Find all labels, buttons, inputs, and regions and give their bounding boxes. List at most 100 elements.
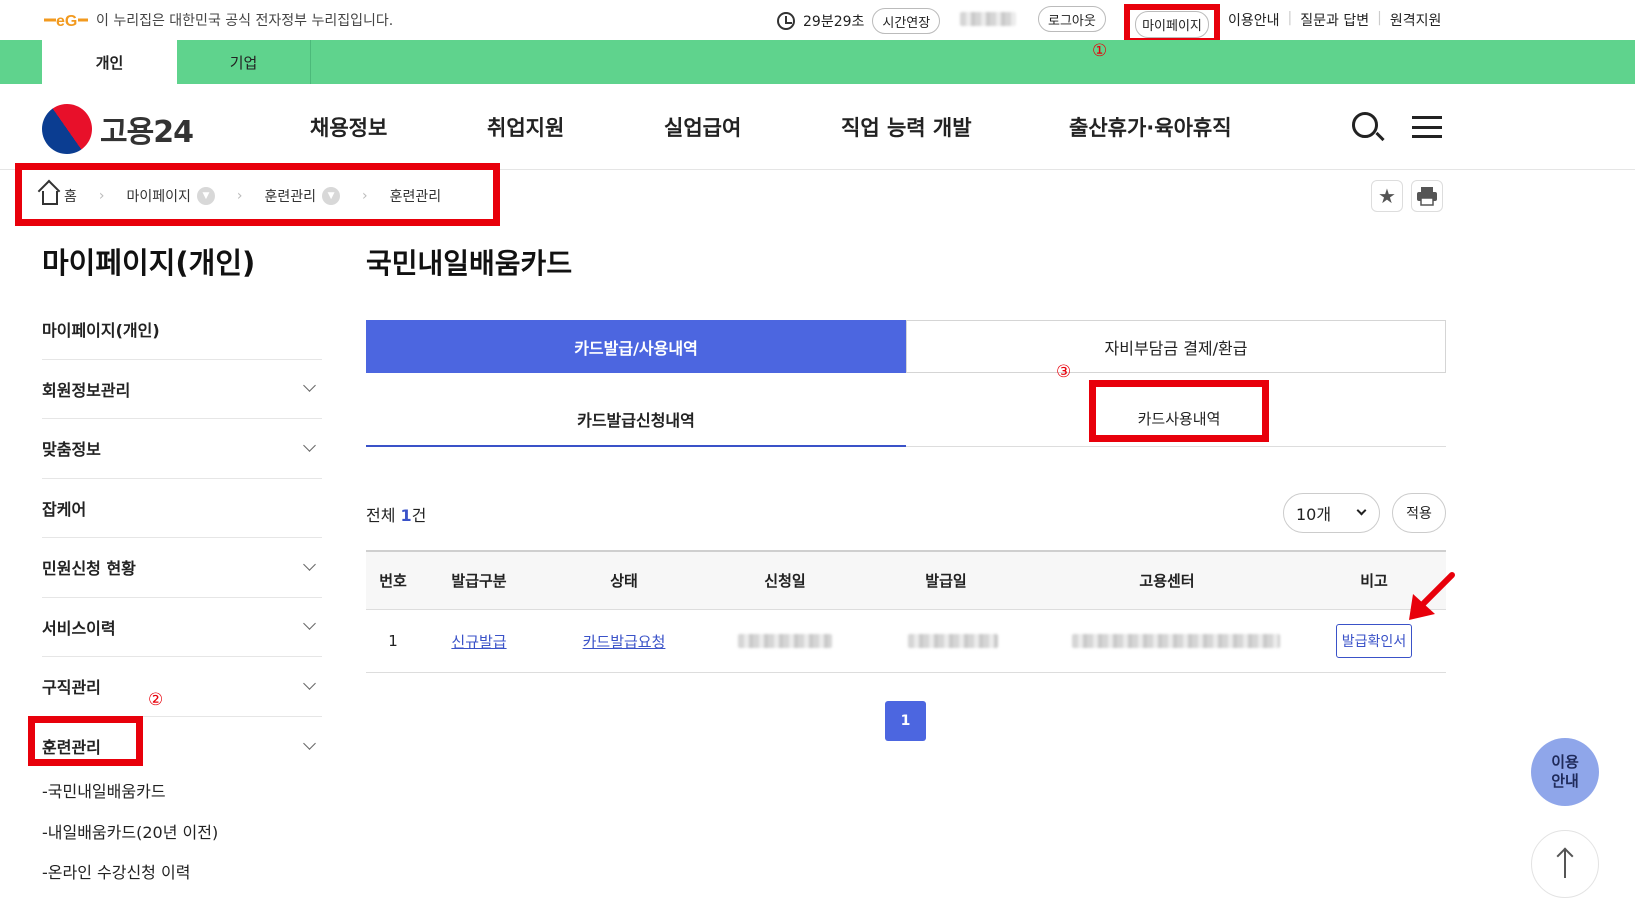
col-issue-date: 발급일 — [925, 572, 967, 590]
scroll-top-button[interactable] — [1531, 830, 1599, 898]
site-logo[interactable]: 고용24 — [32, 94, 194, 164]
sidebar-item-custom-info[interactable]: 맞춤정보 — [42, 419, 322, 479]
table-header: 번호 발급구분 상태 신청일 발급일 고용센터 비고 — [366, 550, 1446, 610]
sidebar-item-label: 회원정보관리 — [42, 380, 131, 400]
training-highlight — [28, 716, 143, 766]
cell-number: 1 — [388, 632, 398, 650]
breadcrumb: 홈 › 마이페이지 ▼ › 훈련관리 ▼ › 훈련관리 — [42, 186, 441, 206]
tab-card-issue-usage[interactable]: 카드발급/사용내역 — [366, 320, 906, 373]
sidebar-item-label: 맞춤정보 — [42, 440, 101, 460]
sidebar-item-jobcare[interactable]: 잡케어 — [42, 479, 322, 538]
mypage-top-label: 마이페이지 — [1135, 10, 1209, 38]
cell-status: 카드발급요청 — [538, 631, 710, 652]
clock-icon — [777, 12, 795, 30]
cell-apply-date — [710, 631, 860, 651]
sidebar-title: 마이페이지(개인) — [42, 246, 256, 280]
search-icon[interactable] — [1352, 112, 1378, 138]
nav-jobs[interactable]: 채용정보 — [310, 112, 387, 142]
egov-logo-icon: eG — [44, 13, 88, 30]
nav-employment-support[interactable]: 취업지원 — [487, 112, 564, 142]
home-icon — [42, 191, 58, 205]
breadcrumb-current: 훈련관리 — [390, 186, 442, 206]
marker-2: ② — [148, 690, 164, 710]
status-link[interactable]: 카드발급요청 — [583, 633, 666, 651]
submenu-item-national-card[interactable]: -국민내일배움카드 — [42, 770, 218, 811]
apply-button[interactable]: 적용 — [1392, 493, 1446, 533]
sidebar-item-mypage[interactable]: 마이페이지(개인) — [42, 300, 322, 360]
separator: | — [1377, 10, 1382, 26]
page-title: 국민내일배움카드 — [366, 247, 573, 280]
tab-business[interactable]: 기업 — [177, 40, 311, 84]
breadcrumb-mypage[interactable]: 마이페이지 ▼ — [127, 186, 215, 206]
nav-parental-leave[interactable]: 출산휴가·육아휴직 — [1069, 112, 1232, 142]
nav-skill-development[interactable]: 직업 능력 개발 — [841, 112, 972, 142]
separator: | — [1287, 10, 1293, 26]
cell-center — [1032, 631, 1302, 651]
logout-button[interactable]: 로그아웃 — [1038, 6, 1106, 32]
user-name-blurred — [960, 12, 1016, 26]
print-icon[interactable] — [1411, 180, 1443, 212]
col-issue-type: 발급구분 — [451, 572, 507, 590]
cell-note: 발급확인서 — [1302, 624, 1446, 658]
issue-type-link[interactable]: 신규발급 — [451, 633, 506, 651]
guide-line2: 안내 — [1551, 772, 1579, 790]
sidebar-item-label: 잡케어 — [42, 499, 87, 519]
submenu-item-online-history[interactable]: -온라인 수강신청 이력 — [42, 851, 218, 892]
breadcrumb-level3-label: 훈련관리 — [389, 189, 442, 205]
cell-issue-date — [860, 631, 1032, 651]
chevron-down-icon[interactable]: ▼ — [196, 187, 215, 205]
col-center: 고용센터 — [1139, 572, 1195, 590]
gov-banner-text: 이 누리집은 대한민국 공식 전자정부 누리집입니다. — [96, 13, 394, 29]
chevron-down-icon[interactable]: ▼ — [322, 187, 341, 205]
mypage-top-link[interactable]: 마이페이지 — [1124, 4, 1220, 44]
marker-3: ③ — [1056, 362, 1072, 382]
sidebar-item-job-seeking[interactable]: 구직관리 — [42, 657, 322, 717]
red-arrow-icon — [1409, 572, 1455, 620]
link-guide[interactable]: 이용안내 — [1228, 10, 1280, 30]
taegeuk-logo-icon — [32, 94, 102, 164]
page-size-select[interactable]: 10개 — [1283, 493, 1380, 533]
chevron-down-icon — [303, 379, 316, 393]
hamburger-menu-icon[interactable] — [1412, 116, 1442, 138]
sidebar-item-service-history[interactable]: 서비스이력 — [42, 598, 322, 657]
chevron-down-icon — [303, 736, 316, 750]
subtab-card-application[interactable]: 카드발급신청내역 — [366, 393, 906, 447]
usage-guide-button[interactable]: 이용 안내 — [1531, 738, 1599, 806]
total-count: 전체 1건 — [366, 502, 426, 526]
subtab-card-usage-label: 카드사용내역 — [1137, 410, 1221, 428]
col-number: 번호 — [379, 572, 407, 590]
favorite-star-icon[interactable]: ★ — [1371, 180, 1403, 212]
page-1-button[interactable]: 1 — [885, 701, 926, 741]
tab-individual[interactable]: 개인 — [42, 40, 177, 84]
sidebar-item-label: 구직관리 — [42, 678, 101, 698]
chevron-down-icon — [303, 557, 316, 571]
nav-unemployment-benefit[interactable]: 실업급여 — [664, 112, 741, 142]
center-blurred — [1072, 634, 1280, 648]
logo-text: 고용24 — [100, 115, 194, 150]
util-links: 이용안내 | 질문과 답변 | 원격지원 — [1228, 10, 1441, 30]
sidebar-item-petition-status[interactable]: 민원신청 현황 — [42, 538, 322, 598]
breadcrumb-training[interactable]: 훈련관리 ▼ — [265, 186, 341, 206]
chevron-down-icon — [303, 617, 316, 631]
issue-certificate-button[interactable]: 발급확인서 — [1335, 624, 1413, 658]
total-prefix: 전체 — [366, 506, 401, 525]
apply-date-blurred — [738, 634, 832, 648]
extend-time-button[interactable]: 시간연장 — [872, 8, 941, 34]
submenu-item-legacy-card[interactable]: -내일배움카드(20년 이전) — [42, 811, 218, 852]
guide-line1: 이용 — [1551, 753, 1579, 772]
total-number: 1 — [400, 506, 412, 525]
link-remote[interactable]: 원격지원 — [1390, 10, 1442, 30]
subtab-card-usage[interactable]: 카드사용내역 — [1089, 380, 1269, 442]
sidebar-submenu: -국민내일배움카드 -내일배움카드(20년 이전) -온라인 수강신청 이력 — [42, 770, 218, 892]
cell-issue-type: 신규발급 — [420, 631, 538, 652]
breadcrumb-level2-label: 훈련관리 — [264, 189, 317, 205]
arrow-up-icon — [1564, 850, 1566, 878]
subtab-divider — [906, 446, 1446, 447]
sidebar-item-member-info[interactable]: 회원정보관리 — [42, 360, 322, 419]
chevron-down-icon — [303, 676, 316, 690]
tab-copayment-refund[interactable]: 자비부담금 결제/환급 — [906, 320, 1446, 373]
col-status: 상태 — [610, 572, 638, 590]
sidebar-item-label: 서비스이력 — [42, 618, 116, 638]
breadcrumb-home[interactable]: 홈 — [42, 186, 77, 206]
link-qna[interactable]: 질문과 답변 — [1300, 10, 1369, 30]
